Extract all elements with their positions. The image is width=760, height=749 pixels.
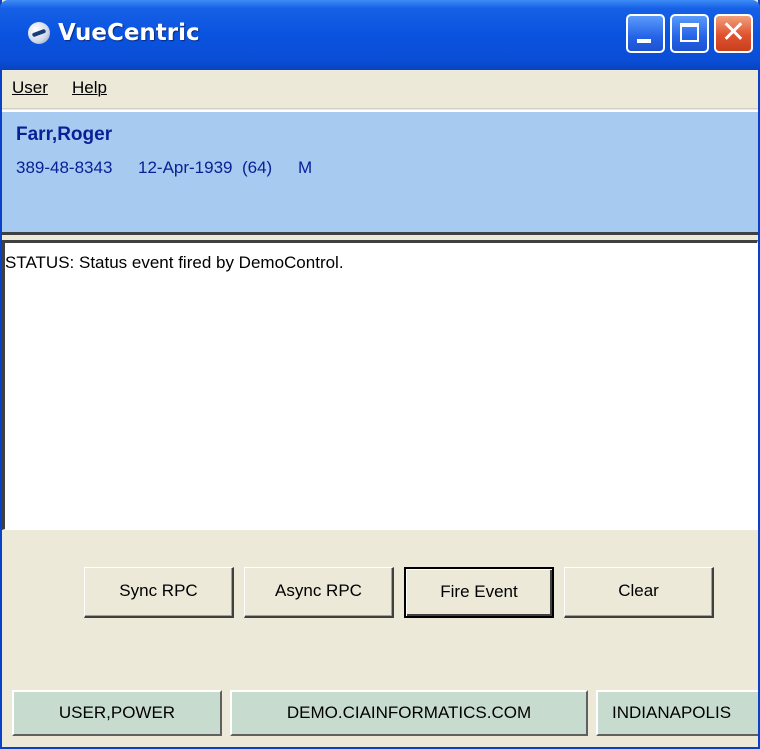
close-button[interactable]: ✕	[714, 14, 753, 53]
menu-user[interactable]: User	[12, 78, 48, 98]
minimize-icon	[637, 39, 651, 43]
async-rpc-button[interactable]: Async RPC	[244, 567, 394, 618]
menu-help-rest: elp	[84, 78, 107, 97]
event-log[interactable]: STATUS: Status event fired by DemoContro…	[2, 240, 758, 530]
status-location-panel[interactable]: INDIANAPOLIS	[596, 690, 758, 736]
app-window: VueCentric ✕ User Help Farr,Roger 389-48…	[0, 0, 760, 749]
patient-name: Farr,Roger	[16, 124, 113, 145]
patient-dob-age: 12-Apr-1939 (64)	[138, 158, 273, 177]
fire-event-button[interactable]: Fire Event	[404, 567, 554, 618]
status-server-panel[interactable]: DEMO.CIAINFORMATICS.COM	[230, 690, 588, 736]
patient-sex: M	[298, 158, 313, 177]
close-icon: ✕	[720, 15, 747, 50]
window-title: VueCentric	[58, 20, 200, 46]
menu-user-accel: U	[12, 78, 25, 97]
status-bar: USER,POWER DEMO.CIAINFORMATICS.COM INDIA…	[2, 680, 758, 747]
patient-ssn: 389-48-8343	[16, 158, 113, 177]
menu-bar: User Help	[2, 70, 758, 109]
maximize-button[interactable]	[670, 14, 709, 53]
maximize-icon	[680, 23, 699, 42]
menu-user-rest: ser	[24, 78, 48, 97]
patient-banner[interactable]: Farr,Roger 389-48-8343 12-Apr-1939 (64) …	[2, 110, 758, 235]
clear-button[interactable]: Clear	[564, 567, 714, 618]
menu-help[interactable]: Help	[72, 78, 107, 98]
minimize-button[interactable]	[626, 14, 665, 53]
menu-help-accel: H	[72, 78, 85, 97]
log-line: STATUS: Status event fired by DemoContro…	[5, 253, 344, 272]
app-icon[interactable]	[28, 22, 50, 44]
sync-rpc-button[interactable]: Sync RPC	[84, 567, 234, 618]
status-user-panel[interactable]: USER,POWER	[12, 690, 222, 736]
title-bar[interactable]: VueCentric ✕	[0, 0, 760, 70]
